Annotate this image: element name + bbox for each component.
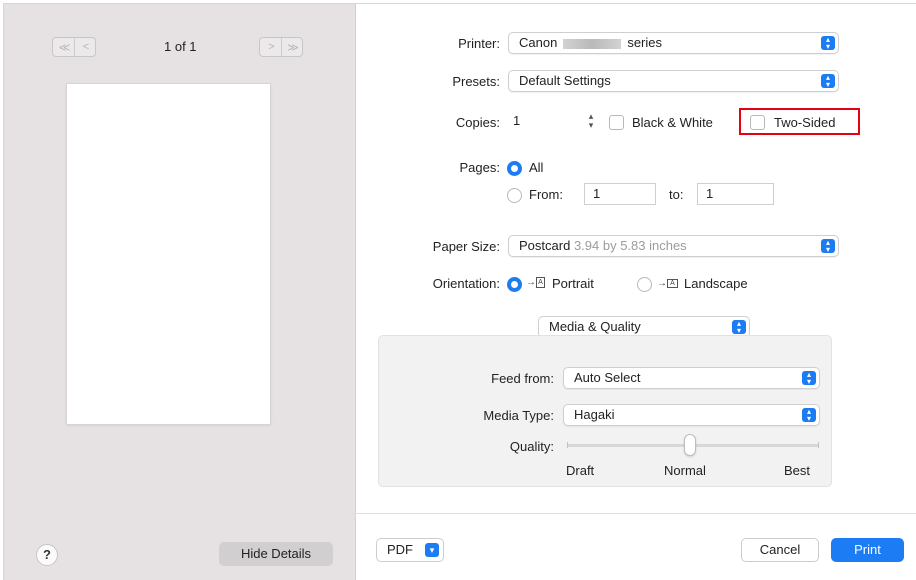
quality-tick-draft — [567, 442, 568, 448]
last-page-icon: ≫ — [287, 41, 298, 54]
feed-from-value: Auto Select — [574, 370, 641, 385]
portrait-page-icon: → A — [526, 277, 545, 288]
preview-pane: ≪ < 1 of 1 > ≫ ? Hide Details — [4, 4, 356, 580]
next-page-icon: > — [268, 41, 275, 53]
pages-from-field[interactable]: 1 — [584, 183, 656, 205]
footer-divider — [352, 513, 916, 514]
printer-name-prefix: Canon — [519, 35, 558, 50]
quality-best-label: Best — [784, 463, 811, 478]
print-button[interactable]: Print — [831, 538, 904, 562]
pages-to-field[interactable]: 1 — [697, 183, 774, 205]
chevron-updown-icon: ▴ ▾ — [802, 408, 816, 423]
portrait-radio[interactable] — [507, 277, 522, 292]
landscape-page-icon: → A — [657, 278, 678, 289]
printer-popup[interactable]: Canon series ▴ ▾ — [508, 32, 839, 54]
prev-page-buttons: ≪ < — [52, 37, 96, 57]
media-type-label: Media Type: — [483, 408, 554, 423]
first-page-icon: ≪ — [58, 41, 70, 54]
pdf-menu-button[interactable]: PDF ▾ — [376, 538, 444, 562]
chevron-updown-icon: ▴ ▾ — [732, 320, 746, 335]
pages-from-radio[interactable] — [507, 188, 522, 203]
copies-field[interactable]: 1 — [505, 111, 581, 133]
help-button[interactable]: ? — [36, 544, 58, 566]
last-page-button[interactable]: ≫ — [281, 38, 302, 56]
quality-tick-best — [818, 442, 819, 448]
feed-from-label: Feed from: — [491, 371, 554, 386]
section-popup-value: Media & Quality — [549, 319, 641, 334]
first-page-button[interactable]: ≪ — [53, 38, 74, 56]
quality-normal-label: Normal — [664, 463, 706, 478]
paper-size-dimensions: 3.94 by 5.83 inches — [573, 238, 687, 253]
chevron-down-icon: ▾ — [425, 543, 439, 557]
copies-stepper-icon[interactable]: ▴ ▾ — [585, 112, 597, 132]
page-counter: 1 of 1 — [164, 39, 197, 54]
redacted-model — [563, 38, 622, 49]
paper-size-popup[interactable]: Postcard 3.94 by 5.83 inches ▴ ▾ — [508, 235, 839, 257]
next-page-buttons: > ≫ — [259, 37, 303, 57]
orientation-label: Orientation: — [432, 276, 500, 291]
previous-page-icon: < — [82, 41, 90, 53]
pages-label: Pages: — [459, 160, 500, 175]
chevron-updown-icon: ▴ ▾ — [802, 371, 816, 386]
cancel-button[interactable]: Cancel — [741, 538, 819, 562]
paper-size-label: Paper Size: — [432, 239, 500, 254]
feed-from-popup[interactable]: Auto Select ▴ ▾ — [563, 367, 820, 389]
copies-label: Copies: — [455, 115, 500, 130]
quality-label: Quality: — [509, 439, 554, 454]
chevron-updown-icon: ▴ ▾ — [821, 74, 835, 89]
black-white-checkbox[interactable] — [609, 115, 624, 130]
highlight-box — [739, 108, 860, 135]
pages-from-label: From: — [529, 187, 563, 202]
presets-popup[interactable]: Default Settings ▴ ▾ — [508, 70, 839, 92]
media-type-popup[interactable]: Hagaki ▴ ▾ — [563, 404, 820, 426]
page-preview — [67, 84, 270, 424]
pages-to-label: to: — [669, 187, 684, 202]
pages-all-radio[interactable] — [507, 161, 522, 176]
hide-details-button[interactable]: Hide Details — [219, 542, 333, 566]
pdf-label: PDF — [387, 542, 413, 557]
landscape-label: Landscape — [684, 276, 748, 291]
printer-label: Printer: — [458, 36, 500, 51]
presets-label: Presets: — [452, 74, 500, 89]
pages-all-label: All — [529, 160, 544, 175]
paper-size-value: Postcard — [519, 238, 571, 253]
portrait-label: Portrait — [552, 276, 594, 291]
printer-name-suffix: series — [627, 35, 662, 50]
next-page-button[interactable]: > — [260, 38, 281, 56]
previous-page-button[interactable]: < — [74, 38, 95, 56]
chevron-updown-icon: ▴ ▾ — [821, 36, 835, 51]
chevron-updown-icon: ▴ ▾ — [821, 239, 835, 254]
landscape-radio[interactable] — [637, 277, 652, 292]
media-type-value: Hagaki — [574, 407, 615, 422]
black-white-label: Black & White — [632, 115, 713, 130]
quality-slider-knob[interactable] — [684, 434, 696, 456]
quality-draft-label: Draft — [566, 463, 595, 478]
presets-value: Default Settings — [519, 73, 611, 88]
